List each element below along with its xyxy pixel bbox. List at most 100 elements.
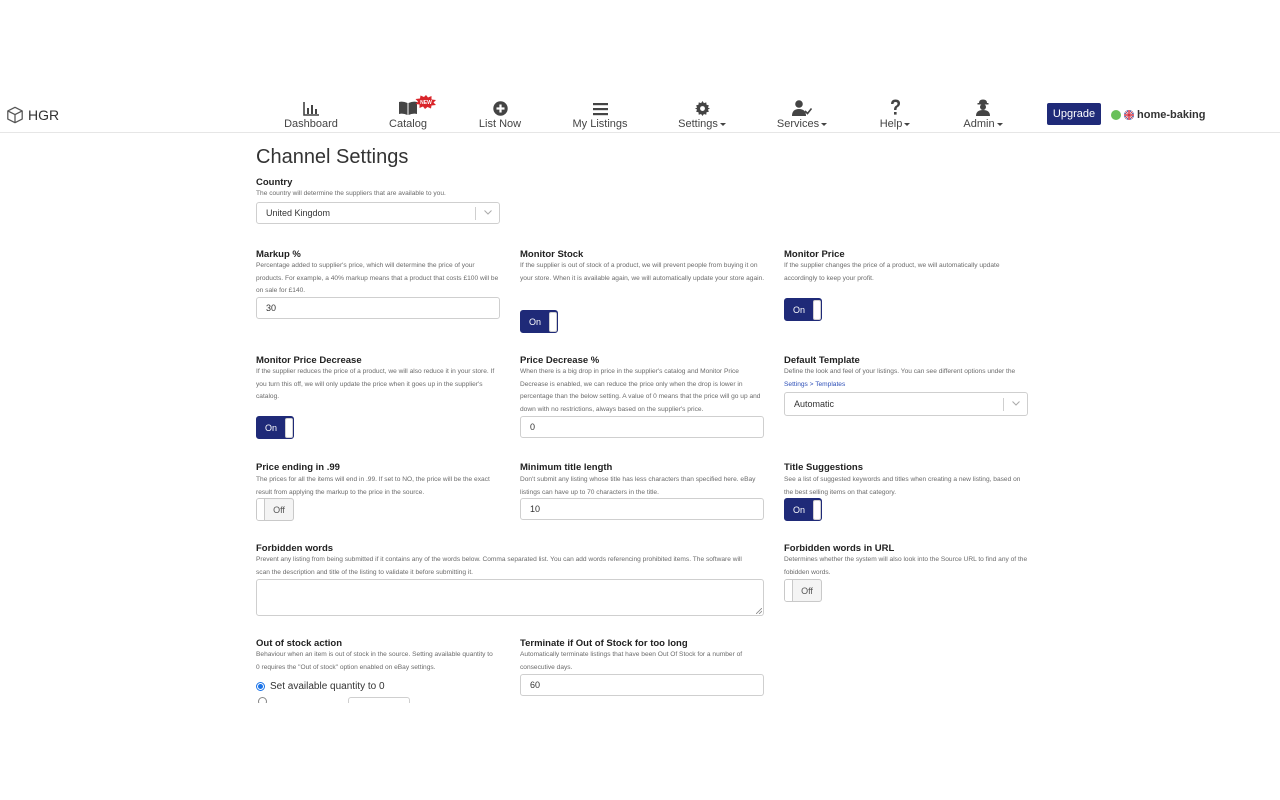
radio-button[interactable]	[256, 682, 265, 691]
question-icon	[890, 99, 900, 115]
toggle-knob	[813, 299, 821, 320]
nav-help[interactable]: Help	[879, 97, 911, 133]
terminate-input[interactable]: 60	[520, 674, 764, 696]
select-separator	[1003, 398, 1004, 411]
title-suggestions-desc: See a list of suggested keywords and tit…	[784, 476, 1021, 496]
forbidden-words-title: Forbidden words	[256, 543, 334, 554]
resize-grip-icon[interactable]	[756, 608, 762, 614]
store-name: home-baking	[1137, 109, 1206, 121]
nav-dashboard[interactable]: Dashboard	[284, 97, 338, 133]
status-dot-icon	[1111, 110, 1121, 120]
markup-input[interactable]: 30	[256, 297, 500, 319]
toggle-label: Off	[273, 504, 285, 515]
templates-link[interactable]: Settings > Templates	[784, 381, 845, 388]
cube-icon	[7, 106, 23, 124]
store-selector[interactable]: home-baking	[1111, 109, 1205, 121]
top-navbar: HGR Dashboard NEW Catalog List Now My Li…	[0, 95, 1280, 133]
caret-down-icon	[821, 122, 828, 126]
forbidden-url-toggle[interactable]: Off	[784, 579, 822, 602]
monitor-stock-desc: If the supplier is out of stock of a pro…	[520, 262, 765, 282]
user-check-icon	[792, 100, 812, 116]
forbidden-url-title: Forbidden words in URL	[784, 543, 895, 554]
nav-catalog[interactable]: NEW Catalog	[388, 95, 436, 133]
chevron-down-icon	[484, 210, 492, 215]
min-title-length-desc: Don't submit any listing whose title has…	[520, 476, 756, 496]
caret-down-icon	[996, 122, 1003, 126]
nav-my-listings[interactable]: My Listings	[572, 97, 628, 133]
brand-name: HGR	[28, 107, 60, 123]
nav-label: List Now	[478, 118, 522, 130]
list-icon	[592, 103, 608, 116]
caret-down-icon	[904, 122, 911, 126]
nav-services[interactable]: Services	[777, 97, 828, 133]
toggle-label: On	[264, 422, 277, 433]
nav-label: Dashboard	[284, 118, 338, 130]
min-title-length-input[interactable]: 10	[520, 498, 764, 520]
nav-label: Settings	[678, 118, 726, 130]
toggle-label: On	[792, 304, 805, 315]
default-template-desc: Define the look and feel of your listing…	[784, 368, 1016, 388]
toggle-label: Off	[801, 585, 813, 596]
nav-label: Help	[880, 118, 911, 130]
price-decrease-desc: When there is a big drop in price in the…	[520, 368, 761, 413]
page-title: Channel Settings	[256, 146, 409, 168]
toggle-label: On	[528, 316, 541, 327]
forbidden-url-desc: Determines whether the system will also …	[784, 556, 1028, 576]
toggle-knob	[785, 580, 793, 601]
price-decrease-title: Price Decrease %	[520, 355, 600, 366]
nav-settings[interactable]: Settings	[678, 97, 726, 133]
markup-title: Markup %	[256, 249, 301, 260]
monitor-price-decrease-toggle[interactable]: On	[256, 416, 294, 439]
toggle-knob	[813, 499, 821, 520]
country-desc: The country will determine the suppliers…	[256, 190, 446, 197]
gear-icon	[694, 101, 710, 116]
admin-icon	[976, 99, 990, 116]
nav-label: Admin	[963, 118, 1003, 130]
monitor-stock-toggle[interactable]: On	[520, 310, 558, 333]
plus-circle-icon	[492, 101, 508, 116]
price-decrease-input[interactable]: 0	[520, 416, 764, 438]
radio-set-quantity-zero[interactable]: Set available quantity to 0	[256, 681, 385, 692]
bar-chart-icon	[303, 102, 319, 116]
price-ending-title: Price ending in .99	[256, 462, 340, 473]
monitor-price-desc: If the supplier changes the price of a p…	[784, 262, 1000, 282]
forbidden-words-desc: Prevent any listing from being submitted…	[256, 556, 742, 576]
toggle-knob	[257, 499, 265, 520]
markup-desc: Percentage added to supplier's price, wh…	[256, 262, 499, 294]
nav-label: Services	[777, 118, 828, 130]
country-title: Country	[256, 177, 293, 188]
price-ending-toggle[interactable]: Off	[256, 498, 294, 521]
radio-label: Set available quantity to 0	[270, 681, 385, 692]
nav-list-now[interactable]: List Now	[478, 97, 522, 133]
monitor-price-decrease-desc: If the supplier reduces the price of a p…	[256, 368, 495, 400]
out-of-stock-action-desc: Behaviour when an item is out of stock i…	[256, 651, 493, 671]
uk-flag-icon	[1124, 110, 1134, 120]
monitor-stock-title: Monitor Stock	[520, 249, 584, 260]
out-of-stock-action-title: Out of stock action	[256, 638, 343, 649]
default-template-select[interactable]: Automatic	[784, 392, 1028, 416]
terminate-desc: Automatically terminate listings that ha…	[520, 651, 743, 671]
svg-text:NEW: NEW	[420, 100, 432, 106]
default-template-title: Default Template	[784, 355, 860, 366]
monitor-price-decrease-title: Monitor Price Decrease	[256, 355, 362, 366]
new-badge-icon: NEW	[415, 95, 436, 109]
nav-admin[interactable]: Admin	[962, 97, 1004, 133]
monitor-price-toggle[interactable]: On	[784, 298, 822, 321]
toggle-label: On	[792, 504, 805, 515]
upgrade-button[interactable]: Upgrade	[1047, 103, 1101, 125]
price-ending-desc: The prices for all the items will end in…	[256, 476, 490, 496]
select-separator	[475, 207, 476, 220]
forbidden-words-textarea[interactable]	[256, 579, 764, 616]
brand-logo[interactable]: HGR	[6, 106, 59, 124]
title-suggestions-toggle[interactable]: On	[784, 498, 822, 521]
nav-label: Catalog	[389, 118, 427, 130]
country-select[interactable]: United Kingdom	[256, 202, 500, 224]
caret-down-icon	[719, 122, 726, 126]
default-template-value: Automatic	[794, 399, 835, 409]
nav-label: My Listings	[572, 118, 628, 130]
toggle-knob	[285, 417, 293, 438]
toggle-knob	[549, 311, 557, 332]
title-suggestions-title: Title Suggestions	[784, 462, 864, 473]
min-title-length-title: Minimum title length	[520, 462, 613, 473]
chevron-down-icon	[1012, 401, 1020, 406]
